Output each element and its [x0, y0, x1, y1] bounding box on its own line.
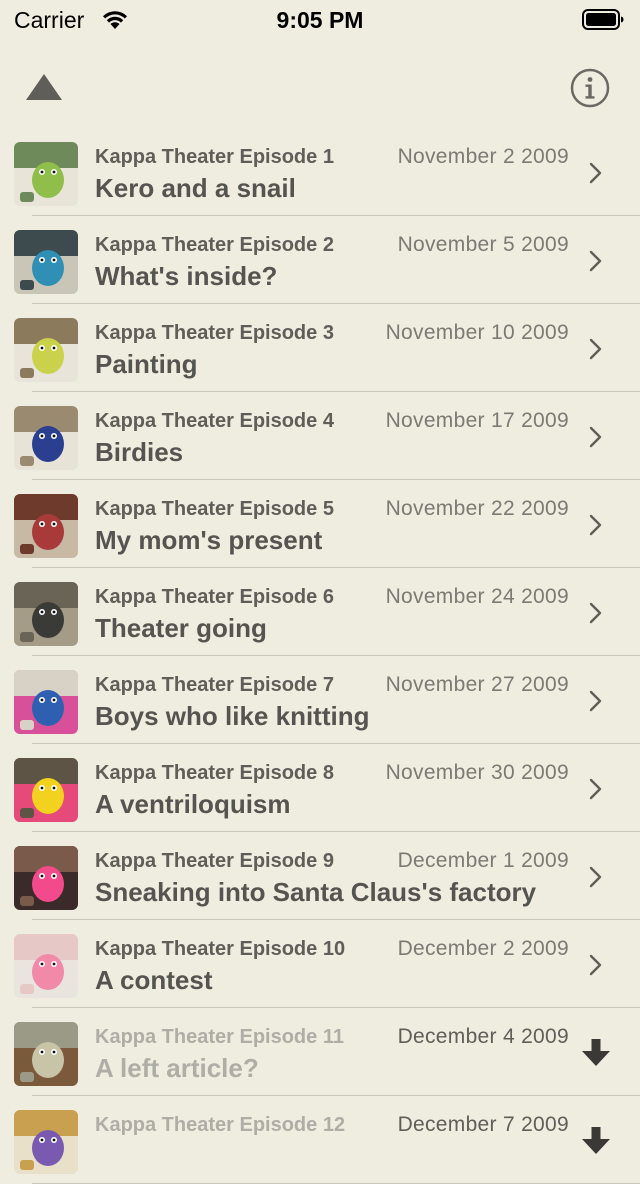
- episode-subtitle: Sneaking into Santa Claus's factory: [95, 877, 537, 907]
- chevron-right-icon[interactable]: [582, 334, 610, 364]
- episode-subtitle: What's inside?: [95, 261, 278, 291]
- episode-date: November 27 2009: [385, 673, 569, 696]
- list-item[interactable]: Kappa Theater Episode 2 November 5 2009 Wh…: [0, 216, 640, 304]
- episode-thumbnail: [14, 406, 78, 470]
- episode-title: Kappa Theater Episode 3: [95, 322, 334, 344]
- list-item[interactable]: Kappa Theater Episode 6 November 24 2009 T…: [0, 568, 640, 656]
- list-item[interactable]: Kappa Theater Episode 8 November 30 2009 A…: [0, 744, 640, 832]
- status-time: 9:05 PM: [276, 7, 364, 33]
- chevron-right-icon[interactable]: [582, 510, 610, 540]
- episode-thumbnail: [14, 318, 78, 382]
- episode-title: Kappa Theater Episode 7: [95, 674, 334, 696]
- episode-subtitle: Birdies: [95, 437, 184, 467]
- episode-subtitle: Kero and a snail: [95, 173, 296, 203]
- episode-title: Kappa Theater Episode 6: [95, 586, 334, 608]
- episode-thumbnail: [14, 494, 78, 558]
- list-item[interactable]: Kappa Theater Episode 10 December 2 2009 A…: [0, 920, 640, 1008]
- episode-date: November 24 2009: [385, 585, 569, 608]
- chevron-right-icon[interactable]: [582, 422, 610, 452]
- download-arrow-icon[interactable]: [582, 1038, 610, 1068]
- episode-title: Kappa Theater Episode 9: [95, 850, 334, 872]
- episode-thumbnail: [14, 758, 78, 822]
- episode-subtitle: A left article?: [95, 1053, 259, 1083]
- list-item[interactable]: Kappa Theater Episode 5 November 22 2009 M…: [0, 480, 640, 568]
- episode-subtitle: A ventriloquism: [95, 789, 291, 819]
- episode-thumbnail: [14, 846, 78, 910]
- triangle-up-icon[interactable]: [22, 70, 66, 104]
- episode-title: Kappa Theater Episode 8: [95, 762, 334, 784]
- episode-date: November 17 2009: [385, 409, 569, 432]
- battery-icon: [582, 9, 624, 30]
- episode-thumbnail: [14, 670, 78, 734]
- list-item[interactable]: Kappa Theater Episode 4 November 17 2009 B…: [0, 392, 640, 480]
- episode-date: November 30 2009: [385, 761, 569, 784]
- episode-title: Kappa Theater Episode 11: [95, 1026, 344, 1048]
- episode-subtitle: Boys who like knitting: [95, 701, 370, 731]
- episode-date: November 10 2009: [385, 321, 569, 344]
- episode-thumbnail: [14, 934, 78, 998]
- chevron-right-icon[interactable]: [582, 158, 610, 188]
- status-bar: Carrier 9:05 PM: [0, 0, 640, 40]
- episode-thumbnail: [14, 230, 78, 294]
- list-item[interactable]: Kappa Theater Episode 1 November 2 2009 Ke…: [0, 128, 640, 216]
- episode-title: Kappa Theater Episode 12: [95, 1114, 346, 1136]
- chevron-right-icon[interactable]: [582, 862, 610, 892]
- list-item[interactable]: Kappa Theater Episode 11 December 4 2009 A…: [0, 1008, 640, 1096]
- episode-title: Kappa Theater Episode 2: [95, 234, 334, 256]
- episode-title: Kappa Theater Episode 5: [95, 498, 334, 520]
- list-item[interactable]: Kappa Theater Episode 7 November 27 2009 B…: [0, 656, 640, 744]
- episode-thumbnail: [14, 142, 78, 206]
- chevron-right-icon[interactable]: [582, 598, 610, 628]
- episode-date: December 2 2009: [397, 937, 569, 960]
- episode-date: November 5 2009: [397, 233, 569, 256]
- download-arrow-icon[interactable]: [582, 1126, 610, 1156]
- episode-date: December 1 2009: [397, 849, 569, 872]
- episode-thumbnail: [14, 1022, 78, 1086]
- episode-subtitle: A contest: [95, 965, 213, 995]
- chevron-right-icon[interactable]: [582, 950, 610, 980]
- navigation-bar: [0, 40, 640, 136]
- info-circle-icon[interactable]: [568, 66, 612, 110]
- episode-title: Kappa Theater Episode 1: [95, 146, 334, 168]
- episode-date: December 4 2009: [397, 1025, 569, 1048]
- episode-date: November 2 2009: [397, 145, 569, 168]
- chevron-right-icon[interactable]: [582, 686, 610, 716]
- episode-title: Kappa Theater Episode 10: [95, 938, 346, 960]
- episode-date: December 7 2009: [397, 1113, 569, 1136]
- chevron-right-icon[interactable]: [582, 774, 610, 804]
- episode-thumbnail: [14, 582, 78, 646]
- episode-thumbnail: [14, 1110, 78, 1174]
- episode-subtitle: Painting: [95, 349, 198, 379]
- episode-date: November 22 2009: [385, 497, 569, 520]
- list-item[interactable]: Kappa Theater Episode 9 December 1 2009 Sn…: [0, 832, 640, 920]
- episode-list: Kappa Theater Episode 1 November 2 2009 Ke…: [0, 128, 640, 1184]
- list-item[interactable]: Kappa Theater Episode 3 November 10 2009 P…: [0, 304, 640, 392]
- list-item[interactable]: Kappa Theater Episode 12 December 7 2009: [0, 1096, 640, 1184]
- chevron-right-icon[interactable]: [582, 246, 610, 276]
- episode-subtitle: My mom's present: [95, 525, 323, 555]
- episode-subtitle: Theater going: [95, 613, 267, 643]
- episode-title: Kappa Theater Episode 4: [95, 410, 334, 432]
